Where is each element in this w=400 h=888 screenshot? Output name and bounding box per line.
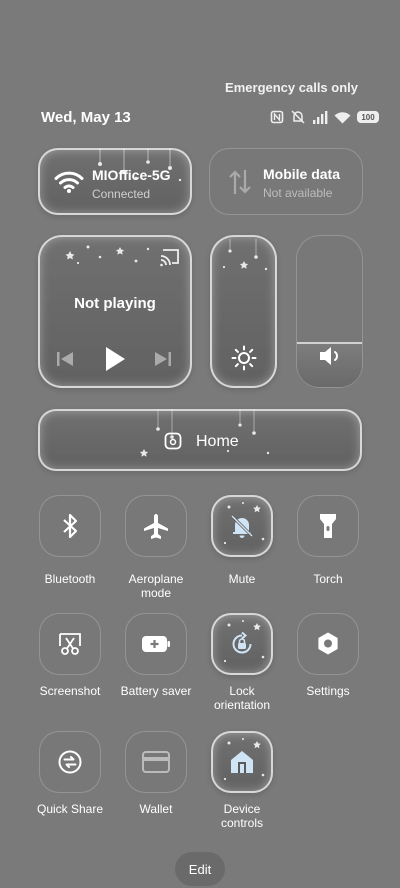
aeroplane-mode-label: Aeroplane mode: [128, 572, 184, 600]
wifi-network-name: MIOffice-5G: [92, 167, 171, 183]
volume-slider[interactable]: [296, 235, 363, 388]
home-label: Home: [196, 433, 239, 450]
cast-icon[interactable]: [159, 248, 181, 273]
wifi-icon: [54, 170, 84, 199]
gear-icon: [315, 631, 341, 657]
bluetooth-label: Bluetooth: [44, 572, 96, 586]
home-icon: [228, 749, 256, 775]
brightness-slider[interactable]: [210, 235, 277, 388]
bell-off-icon: [229, 513, 255, 539]
scissors-icon: [57, 631, 83, 657]
play-icon[interactable]: [104, 346, 126, 377]
aeroplane-mode-toggle[interactable]: [125, 495, 187, 557]
screenshot-label: Screenshot: [39, 684, 101, 698]
mobile-data-status: Not available: [263, 186, 333, 200]
data-transfer-icon: [228, 168, 252, 201]
wifi-status-text: Connected: [92, 187, 151, 201]
torch-label: Torch: [313, 572, 343, 586]
mute-label: Mute: [228, 572, 256, 586]
battery-plus-icon: [141, 634, 171, 654]
airplane-icon: [142, 512, 170, 540]
wifi-tile[interactable]: MIOffice-5G Connected: [38, 148, 192, 215]
bluetooth-toggle[interactable]: [39, 495, 101, 557]
brightness-icon: [231, 345, 257, 376]
bluetooth-icon: [60, 513, 80, 539]
screenshot-toggle[interactable]: [39, 613, 101, 675]
volume-icon: [318, 345, 342, 372]
edit-button[interactable]: Edit: [175, 852, 225, 886]
battery-icon: 100: [357, 111, 379, 123]
share-icon: [57, 749, 83, 775]
flashlight-icon: [317, 512, 339, 540]
device-controls-toggle[interactable]: [211, 731, 273, 793]
media-player-tile[interactable]: Not playing: [38, 235, 192, 388]
system-status-icons: 100: [270, 108, 379, 126]
settings-toggle[interactable]: [297, 613, 359, 675]
home-app-icon: [164, 432, 182, 455]
rotation-lock-icon: [229, 631, 255, 657]
date-text: Wed, May 13: [41, 109, 131, 126]
lock-orientation-label: Lock orientation: [213, 684, 271, 712]
mobile-data-tile[interactable]: Mobile data Not available: [209, 148, 363, 215]
wallet-icon: [142, 751, 170, 773]
torch-toggle[interactable]: [297, 495, 359, 557]
device-controls-label: Device controls: [220, 802, 264, 830]
lock-orientation-toggle[interactable]: [211, 613, 273, 675]
wallet-toggle[interactable]: [125, 731, 187, 793]
mobile-data-title: Mobile data: [263, 166, 341, 182]
battery-saver-label: Battery saver: [120, 684, 192, 698]
next-track-icon[interactable]: [154, 351, 172, 372]
vibrate-off-icon: [290, 110, 306, 124]
settings-label: Settings: [306, 684, 350, 698]
wifi-status-icon: [334, 111, 351, 124]
mute-toggle[interactable]: [211, 495, 273, 557]
media-status-text: Not playing: [74, 295, 156, 312]
home-tile[interactable]: Home: [38, 409, 362, 471]
nfc-icon: [270, 110, 284, 124]
battery-saver-toggle[interactable]: [125, 613, 187, 675]
signal-icon: [312, 110, 328, 124]
quick-share-toggle[interactable]: [39, 731, 101, 793]
quick-share-label: Quick Share: [36, 802, 104, 816]
previous-track-icon[interactable]: [56, 351, 74, 372]
carrier-status-text: Emergency calls only: [225, 80, 358, 95]
wallet-label: Wallet: [139, 802, 173, 816]
